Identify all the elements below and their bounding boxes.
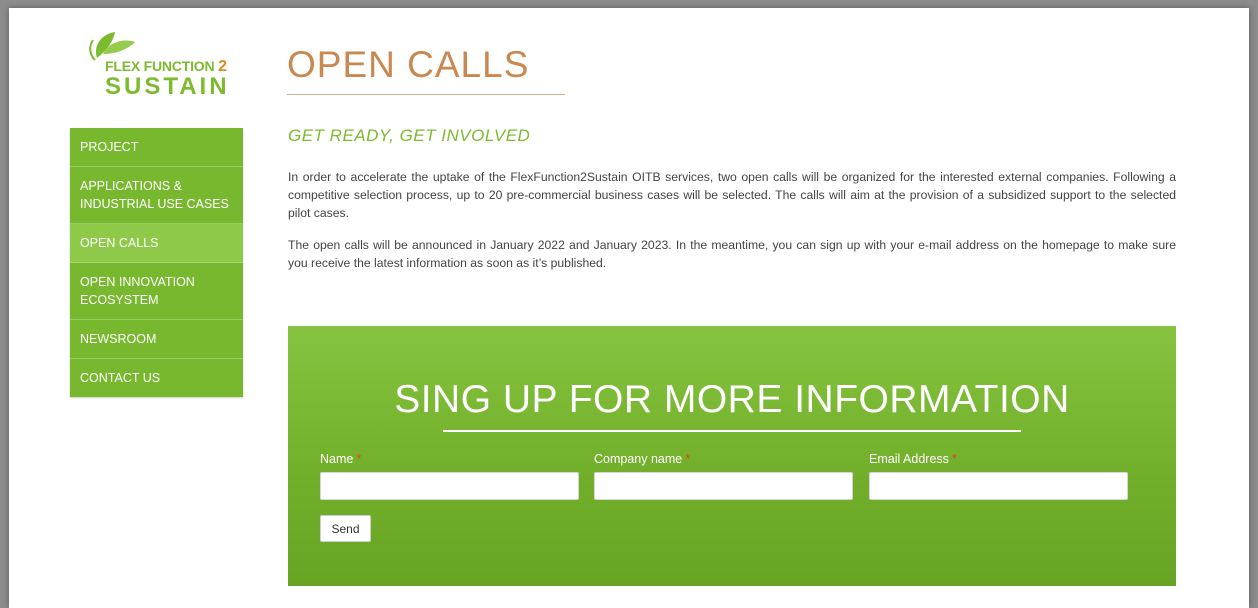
signup-divider (443, 430, 1021, 432)
sidebar-item-open-innovation-ecosystem[interactable]: OPEN INNOVATION ECOSYSTEM (70, 263, 243, 320)
sidebar-item-contact-us[interactable]: CONTACT US (70, 359, 243, 397)
company-name-field[interactable] (594, 472, 853, 500)
announcement-paragraph: The open calls will be announced in Janu… (288, 238, 1176, 270)
page: FLEX FUNCTION 2 SUSTAIN PROJECT APPLICAT… (9, 8, 1249, 608)
required-mark: * (951, 452, 957, 466)
sidebar-item-project[interactable]: PROJECT (70, 128, 243, 167)
send-button[interactable]: Send (320, 515, 371, 542)
signup-title: SING UP FOR MORE INFORMATION (394, 378, 1070, 421)
email-field[interactable] (869, 472, 1128, 500)
required-mark: * (356, 452, 362, 466)
sidebar-item-applications[interactable]: APPLICATIONS & INDUSTRIAL USE CASES (70, 167, 243, 224)
section-subtitle: GET READY, GET INVOLVED (288, 126, 531, 145)
sidebar-item-open-calls[interactable]: OPEN CALLS (70, 224, 243, 263)
logo-text-bottom: SUSTAIN (105, 73, 230, 100)
sidebar-item-newsroom[interactable]: NEWSROOM (70, 320, 243, 359)
signup-form: SING UP FOR MORE INFORMATION Name * Compa… (288, 326, 1176, 586)
name-field[interactable] (320, 472, 579, 500)
required-mark: * (685, 452, 691, 466)
leaf-icon (89, 32, 135, 61)
logo[interactable]: FLEX FUNCTION 2 SUSTAIN (83, 28, 253, 100)
sidebar-nav: PROJECT APPLICATIONS & INDUSTRIAL USE CA… (70, 128, 243, 397)
company-name-label: Company name * (594, 452, 691, 466)
name-label: Name * (320, 452, 362, 466)
intro-paragraph: In order to accelerate the uptake of the… (288, 170, 1176, 220)
email-address-label: Email Address * (869, 452, 957, 466)
page-title: OPEN CALLS (287, 44, 530, 85)
title-divider (287, 94, 565, 95)
